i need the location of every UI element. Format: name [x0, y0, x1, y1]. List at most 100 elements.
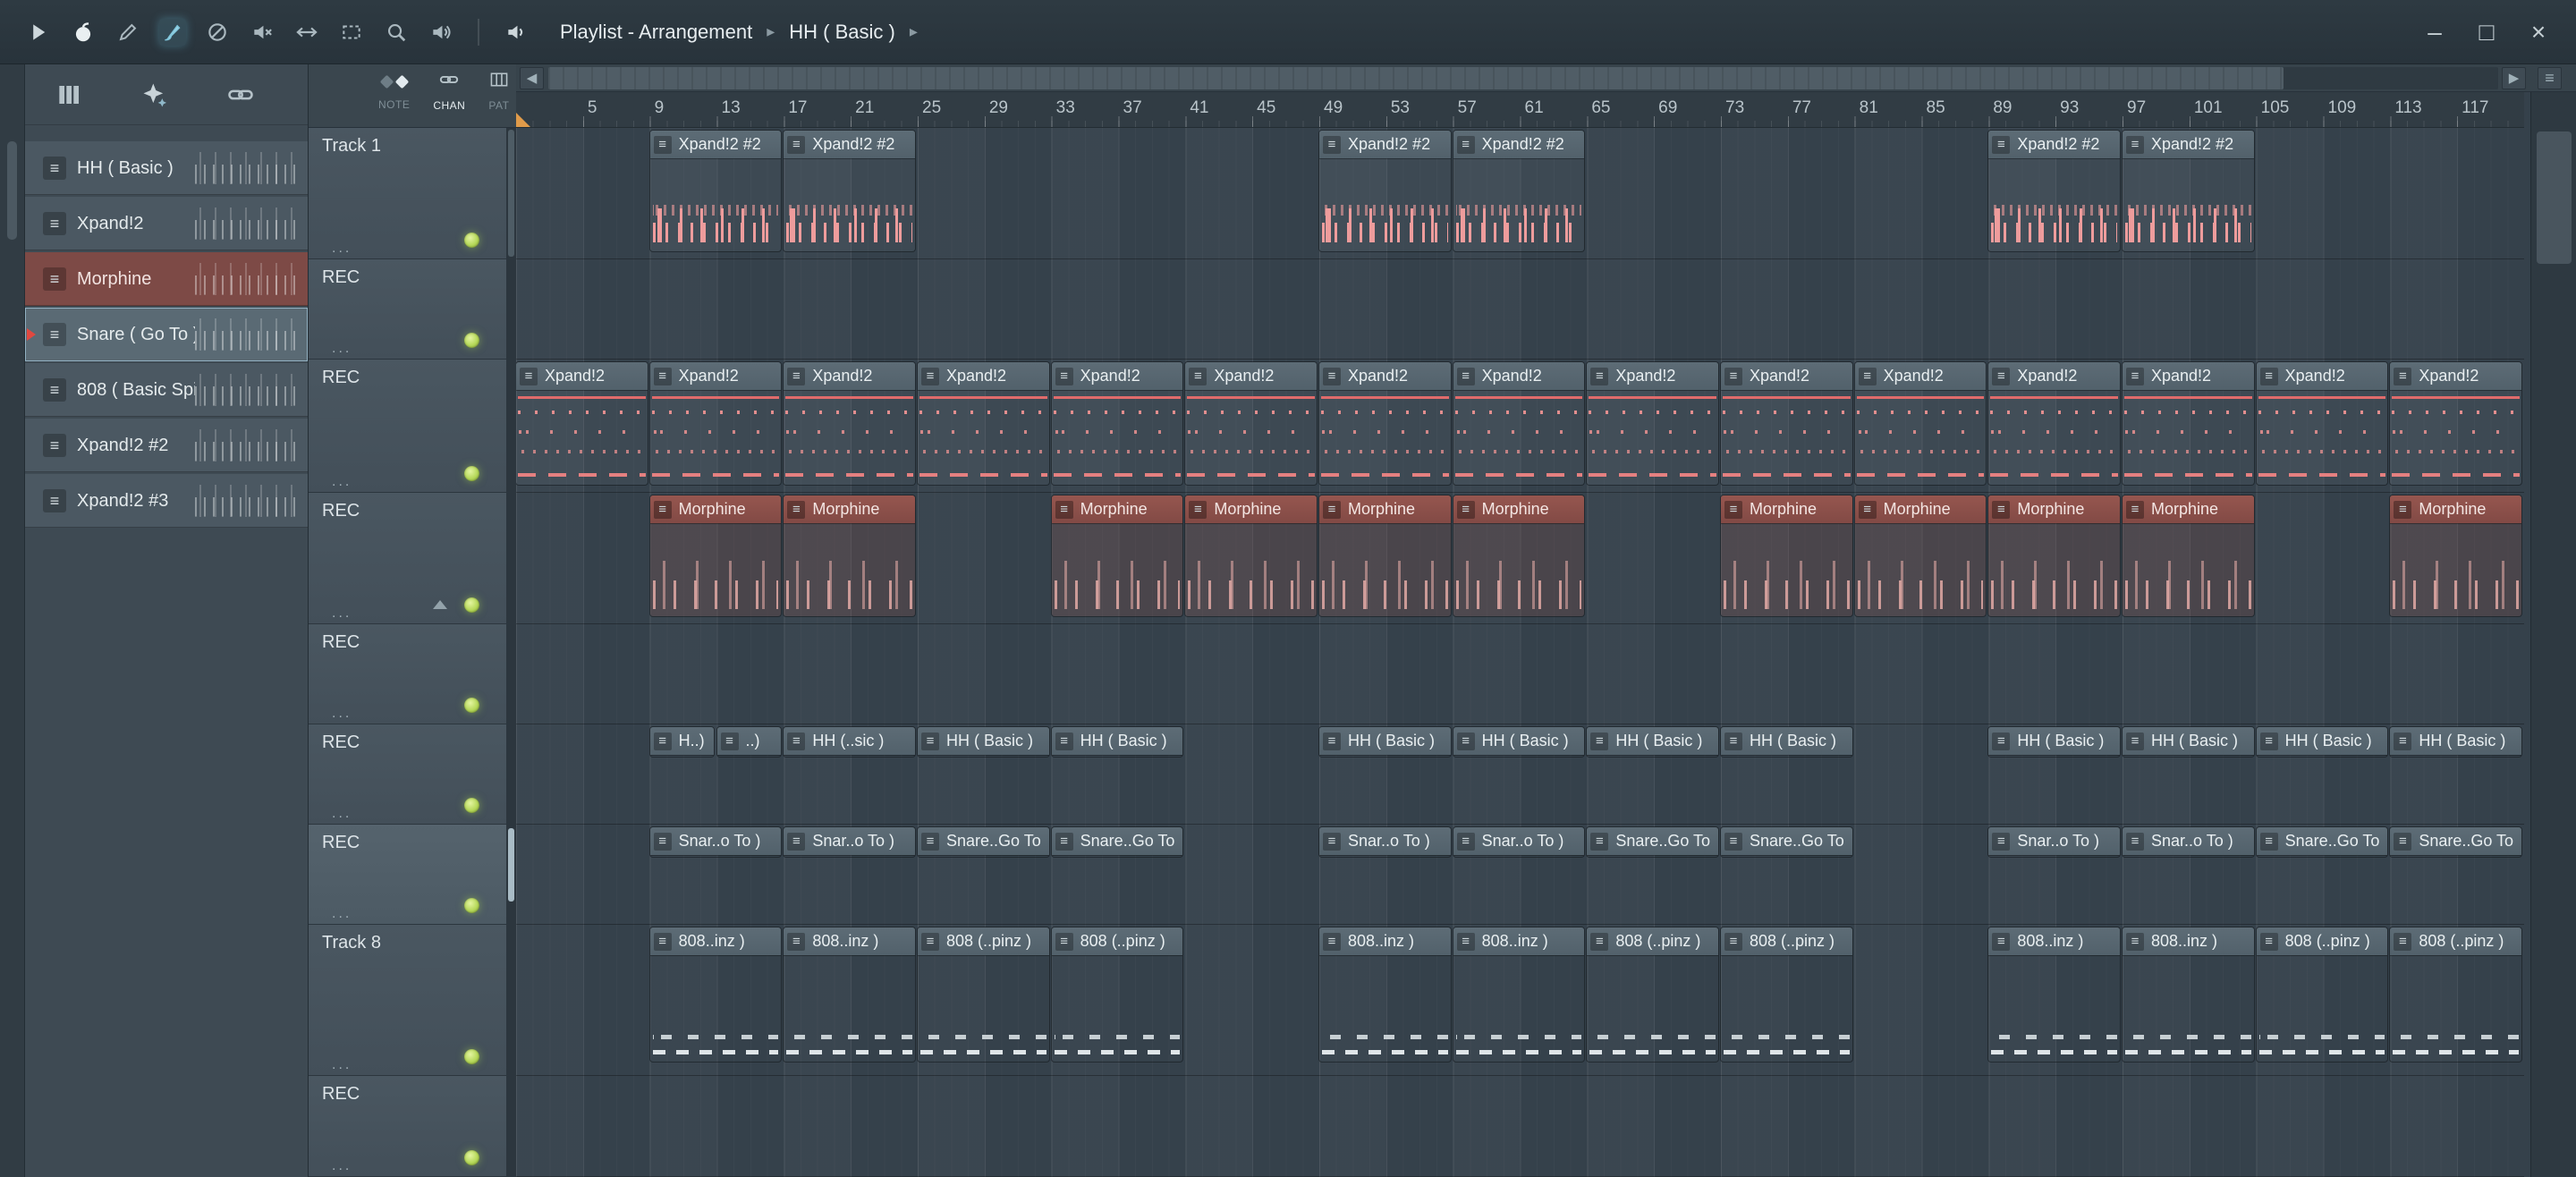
- clip-menu-icon[interactable]: ≡: [1724, 832, 1742, 851]
- clip-menu-icon[interactable]: ≡: [1992, 832, 2011, 851]
- clip-menu-icon[interactable]: ≡: [2394, 500, 2412, 519]
- pattern-item-snare-go-to[interactable]: ≡ Snare ( Go To ): [25, 308, 308, 361]
- clip[interactable]: ≡ HH ( Basic ): [1319, 727, 1451, 757]
- clip-menu-icon[interactable]: ≡: [2126, 135, 2144, 154]
- clip-menu-icon[interactable]: ≡: [1724, 500, 1742, 519]
- clip-menu-icon[interactable]: ≡: [2259, 732, 2278, 750]
- clip[interactable]: ≡ Morphine: [1319, 495, 1451, 616]
- step-grid-icon[interactable]: [54, 80, 84, 110]
- clip-menu-icon[interactable]: ≡: [787, 932, 806, 951]
- clip[interactable]: ≡ Snare..Go To ): [1587, 827, 1718, 857]
- clip[interactable]: ≡ HH ( Basic ): [1988, 727, 2120, 757]
- clip[interactable]: ≡ 808..inz ): [1319, 927, 1451, 1062]
- track-header-9[interactable]: REC...: [309, 1076, 506, 1177]
- pattern-item-xpand-2-3[interactable]: ≡ Xpand!2 #3: [25, 474, 308, 528]
- clip[interactable]: ≡ Morphine: [649, 495, 782, 616]
- playhead-marker[interactable]: [516, 113, 530, 127]
- clip[interactable]: ≡ Morphine: [1854, 495, 1987, 616]
- clip-menu-icon[interactable]: ≡: [1724, 367, 1742, 385]
- clip-menu-icon[interactable]: ≡: [787, 732, 806, 750]
- clip[interactable]: ≡ Xpand!2: [1988, 362, 2120, 485]
- clip[interactable]: ≡ 808..inz ): [1453, 927, 1585, 1062]
- scroll-left-button[interactable]: ◀: [520, 67, 544, 89]
- track-header-6[interactable]: REC...: [309, 724, 506, 825]
- clip-menu-icon[interactable]: ≡: [1055, 732, 1073, 750]
- clip-menu-icon[interactable]: ≡: [2394, 832, 2412, 851]
- clip-menu-icon[interactable]: ≡: [653, 832, 672, 851]
- clip-menu-icon[interactable]: ≡: [2394, 367, 2412, 385]
- clip[interactable]: ≡ 808 (..pinz ): [2256, 927, 2388, 1062]
- clip[interactable]: ≡ Xpand!2 #2: [649, 131, 782, 251]
- clip[interactable]: ≡ Xpand!2: [2390, 362, 2521, 485]
- clip[interactable]: ≡ Snar..o To ): [784, 827, 915, 857]
- track-led[interactable]: [464, 597, 479, 613]
- clip[interactable]: ≡ Xpand!2: [1185, 362, 1317, 485]
- clip-menu-icon[interactable]: ≡: [921, 932, 939, 951]
- track-header-1[interactable]: Track 1...: [309, 128, 506, 259]
- clip[interactable]: ≡ Xpand!2 #2: [2123, 131, 2254, 251]
- scroll-right-button[interactable]: ▶: [2502, 67, 2526, 89]
- sparkle-icon[interactable]: [140, 80, 170, 110]
- clip[interactable]: ≡ Morphine: [784, 495, 915, 616]
- track-header-7[interactable]: REC...: [309, 825, 506, 925]
- track-header-8[interactable]: Track 8...: [309, 925, 506, 1076]
- clip[interactable]: ≡ 808 (..pinz ): [918, 927, 1049, 1062]
- clip[interactable]: ≡ Snar..o To ): [1453, 827, 1585, 857]
- grid-track-row-3[interactable]: ≡ Xpand!2 ≡ Xpand!2 ≡ Xpand!2 ≡ Xpand!2 ≡ Xpand!2…: [516, 360, 2524, 493]
- close-button[interactable]: ×: [2524, 18, 2553, 46]
- clip[interactable]: ≡ Xpand!2: [2123, 362, 2254, 485]
- clip[interactable]: ≡ HH ( Basic ): [2256, 727, 2388, 757]
- clip-menu-icon[interactable]: ≡: [787, 135, 806, 154]
- track-led[interactable]: [464, 798, 479, 813]
- track-led[interactable]: [464, 698, 479, 713]
- grid-track-row-7[interactable]: ≡ Snar..o To ) ≡ Snar..o To ) ≡ Snare..Go To …: [516, 825, 2524, 925]
- clip[interactable]: ≡ 808..inz ): [649, 927, 782, 1062]
- track-led[interactable]: [464, 333, 479, 348]
- clip-menu-icon[interactable]: ≡: [1189, 367, 1208, 385]
- clip[interactable]: ≡ Snar..o To ): [1319, 827, 1451, 857]
- clip-menu-icon[interactable]: ≡: [1456, 732, 1475, 750]
- clip[interactable]: ≡ HH ( Basic ): [1587, 727, 1718, 757]
- clip-menu-icon[interactable]: ≡: [1055, 832, 1073, 851]
- timeline-ruler[interactable]: 5 9 13 17 21 25 29 33 37 41 45 49 53 57 61 65 69 73 77 81 85…: [516, 92, 2524, 128]
- clip-menu-icon[interactable]: ≡: [1590, 932, 1609, 951]
- clip-menu-icon[interactable]: ≡: [2126, 500, 2144, 519]
- clip[interactable]: ≡ Xpand!2 #2: [1988, 131, 2120, 251]
- clip[interactable]: ≡ Xpand!2: [918, 362, 1049, 485]
- clip[interactable]: ≡ Snare..Go To ): [918, 827, 1049, 857]
- clip-menu-icon[interactable]: ≡: [653, 135, 672, 154]
- clip[interactable]: ≡ 808 (..pinz ): [2390, 927, 2521, 1062]
- clip-menu-icon[interactable]: ≡: [1456, 932, 1475, 951]
- track-led[interactable]: [464, 898, 479, 913]
- clip[interactable]: ≡ H..): [649, 727, 715, 757]
- track-header-5[interactable]: REC...: [309, 624, 506, 724]
- clip[interactable]: ≡ HH ( Basic ): [918, 727, 1049, 757]
- clip[interactable]: ≡ Xpand!2: [1587, 362, 1718, 485]
- clip[interactable]: ≡ Xpand!2: [1854, 362, 1987, 485]
- clip[interactable]: ≡ Snar..o To ): [1988, 827, 2120, 857]
- grid-track-row-4[interactable]: ≡ Morphine ≡ Morphine ≡ Morphine ≡ Morphine ≡ Mor…: [516, 493, 2524, 624]
- clip[interactable]: ≡ 808 (..pinz ): [1051, 927, 1183, 1062]
- clip-menu-icon[interactable]: ≡: [1189, 500, 1208, 519]
- clip[interactable]: ≡ Xpand!2: [649, 362, 782, 485]
- clip[interactable]: ≡ Xpand!2: [2256, 362, 2388, 485]
- clip[interactable]: ≡ HH ( Basic ): [2123, 727, 2254, 757]
- clip[interactable]: ≡ Snar..o To ): [649, 827, 782, 857]
- clip[interactable]: ≡ HH ( Basic ): [2390, 727, 2521, 757]
- clip[interactable]: ≡ Snare..Go To ): [2256, 827, 2388, 857]
- clip-menu-icon[interactable]: ≡: [2394, 732, 2412, 750]
- clip-menu-icon[interactable]: ≡: [1590, 832, 1609, 851]
- clip[interactable]: ≡ Xpand!2: [784, 362, 915, 485]
- clip-menu-icon[interactable]: ≡: [1992, 732, 2011, 750]
- playlist-menu-button[interactable]: ≡: [2538, 67, 2562, 89]
- vertical-scrollbar-thumb[interactable]: [2537, 131, 2572, 264]
- clip-menu-icon[interactable]: ≡: [1590, 732, 1609, 750]
- clip[interactable]: ≡ Xpand!2 #2: [784, 131, 915, 251]
- clip[interactable]: ≡ Morphine: [1185, 495, 1317, 616]
- clip-menu-icon[interactable]: ≡: [1323, 500, 1341, 519]
- note-mode-column[interactable]: NOTE: [378, 70, 410, 127]
- slip-tool-icon[interactable]: [293, 19, 320, 46]
- clip[interactable]: ≡..): [716, 727, 782, 757]
- clip[interactable]: ≡ 808..inz ): [784, 927, 915, 1062]
- grid-track-row-5[interactable]: [516, 624, 2524, 724]
